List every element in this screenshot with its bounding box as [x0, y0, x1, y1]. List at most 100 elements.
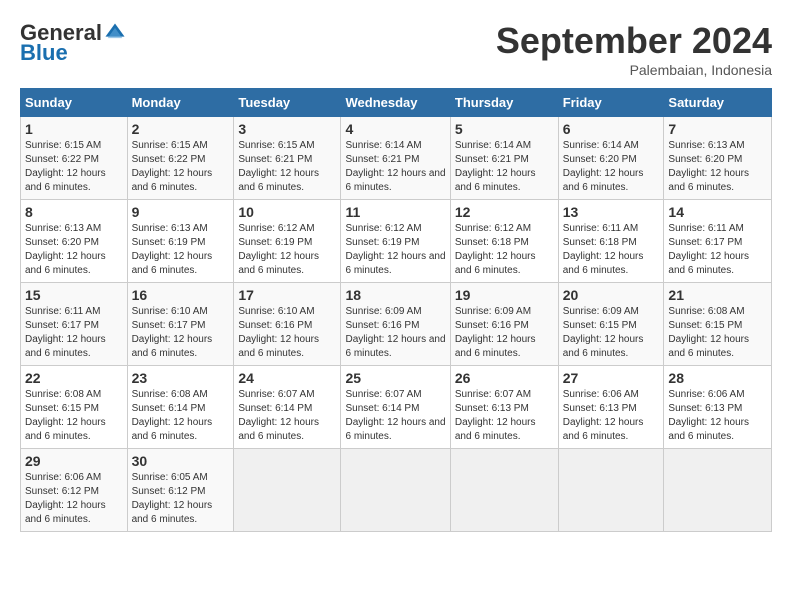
sunset-label: Sunset: 6:21 PM [455, 154, 529, 165]
logo-blue-text: Blue [20, 40, 68, 66]
month-title: September 2024 [496, 20, 772, 62]
day-number: 29 [25, 453, 123, 469]
sunrise-label: Sunrise: 6:09 AM [455, 306, 531, 317]
calendar-week-row: 15 Sunrise: 6:11 AM Sunset: 6:17 PM Dayl… [21, 283, 772, 366]
sunset-label: Sunset: 6:21 PM [238, 154, 312, 165]
sunset-label: Sunset: 6:15 PM [668, 320, 742, 331]
daylight-label: Daylight: 12 hours and 6 minutes. [132, 500, 213, 525]
daylight-label: Daylight: 12 hours and 6 minutes. [132, 334, 213, 359]
daylight-label: Daylight: 12 hours and 6 minutes. [668, 168, 749, 193]
day-info: Sunrise: 6:07 AM Sunset: 6:13 PM Dayligh… [455, 388, 554, 444]
day-number: 24 [238, 370, 336, 386]
table-row: 30 Sunrise: 6:05 AM Sunset: 6:12 PM Dayl… [127, 449, 234, 532]
day-info: Sunrise: 6:12 AM Sunset: 6:18 PM Dayligh… [455, 222, 554, 278]
sunrise-label: Sunrise: 6:14 AM [455, 140, 531, 151]
sunrise-label: Sunrise: 6:11 AM [563, 223, 638, 234]
day-info: Sunrise: 6:13 AM Sunset: 6:20 PM Dayligh… [668, 139, 767, 195]
table-row [234, 449, 341, 532]
table-row: 16 Sunrise: 6:10 AM Sunset: 6:17 PM Dayl… [127, 283, 234, 366]
day-info: Sunrise: 6:10 AM Sunset: 6:17 PM Dayligh… [132, 305, 230, 361]
sunrise-label: Sunrise: 6:07 AM [345, 389, 421, 400]
day-info: Sunrise: 6:10 AM Sunset: 6:16 PM Dayligh… [238, 305, 336, 361]
day-number: 30 [132, 453, 230, 469]
sunrise-label: Sunrise: 6:14 AM [563, 140, 639, 151]
sunrise-label: Sunrise: 6:10 AM [132, 306, 208, 317]
location-subtitle: Palembaian, Indonesia [496, 62, 772, 78]
daylight-label: Daylight: 12 hours and 6 minutes. [132, 251, 213, 276]
day-number: 15 [25, 287, 123, 303]
sunrise-label: Sunrise: 6:15 AM [238, 140, 314, 151]
table-row: 17 Sunrise: 6:10 AM Sunset: 6:16 PM Dayl… [234, 283, 341, 366]
table-row: 8 Sunrise: 6:13 AM Sunset: 6:20 PM Dayli… [21, 200, 128, 283]
daylight-label: Daylight: 12 hours and 6 minutes. [25, 334, 106, 359]
table-row: 2 Sunrise: 6:15 AM Sunset: 6:22 PM Dayli… [127, 117, 234, 200]
daylight-label: Daylight: 12 hours and 6 minutes. [345, 168, 445, 193]
table-row: 6 Sunrise: 6:14 AM Sunset: 6:20 PM Dayli… [558, 117, 664, 200]
daylight-label: Daylight: 12 hours and 6 minutes. [25, 417, 106, 442]
sunrise-label: Sunrise: 6:06 AM [668, 389, 744, 400]
sunset-label: Sunset: 6:13 PM [563, 403, 637, 414]
sunset-label: Sunset: 6:14 PM [238, 403, 312, 414]
day-number: 8 [25, 204, 123, 220]
header-saturday: Saturday [664, 89, 772, 117]
daylight-label: Daylight: 12 hours and 6 minutes. [238, 334, 319, 359]
logo: General Blue [20, 20, 126, 66]
day-info: Sunrise: 6:11 AM Sunset: 6:17 PM Dayligh… [668, 222, 767, 278]
day-number: 5 [455, 121, 554, 137]
table-row: 3 Sunrise: 6:15 AM Sunset: 6:21 PM Dayli… [234, 117, 341, 200]
daylight-label: Daylight: 12 hours and 6 minutes. [238, 251, 319, 276]
table-row [450, 449, 558, 532]
table-row: 9 Sunrise: 6:13 AM Sunset: 6:19 PM Dayli… [127, 200, 234, 283]
sunrise-label: Sunrise: 6:12 AM [455, 223, 531, 234]
day-number: 13 [563, 204, 660, 220]
sunset-label: Sunset: 6:14 PM [345, 403, 419, 414]
day-number: 21 [668, 287, 767, 303]
day-number: 7 [668, 121, 767, 137]
day-info: Sunrise: 6:12 AM Sunset: 6:19 PM Dayligh… [238, 222, 336, 278]
table-row: 10 Sunrise: 6:12 AM Sunset: 6:19 PM Dayl… [234, 200, 341, 283]
day-number: 3 [238, 121, 336, 137]
sunset-label: Sunset: 6:16 PM [455, 320, 529, 331]
day-number: 28 [668, 370, 767, 386]
page-header: General Blue September 2024 Palembaian, … [20, 20, 772, 78]
table-row: 4 Sunrise: 6:14 AM Sunset: 6:21 PM Dayli… [341, 117, 450, 200]
sunset-label: Sunset: 6:15 PM [25, 403, 99, 414]
daylight-label: Daylight: 12 hours and 6 minutes. [563, 417, 644, 442]
sunrise-label: Sunrise: 6:08 AM [25, 389, 101, 400]
sunset-label: Sunset: 6:12 PM [132, 486, 206, 497]
sunset-label: Sunset: 6:22 PM [132, 154, 206, 165]
day-info: Sunrise: 6:09 AM Sunset: 6:16 PM Dayligh… [455, 305, 554, 361]
daylight-label: Daylight: 12 hours and 6 minutes. [25, 251, 106, 276]
day-info: Sunrise: 6:14 AM Sunset: 6:21 PM Dayligh… [345, 139, 445, 195]
day-number: 23 [132, 370, 230, 386]
sunrise-label: Sunrise: 6:11 AM [25, 306, 100, 317]
table-row: 20 Sunrise: 6:09 AM Sunset: 6:15 PM Dayl… [558, 283, 664, 366]
calendar-table: Sunday Monday Tuesday Wednesday Thursday… [20, 88, 772, 532]
daylight-label: Daylight: 12 hours and 6 minutes. [238, 417, 319, 442]
day-number: 22 [25, 370, 123, 386]
sunrise-label: Sunrise: 6:13 AM [668, 140, 744, 151]
sunrise-label: Sunrise: 6:07 AM [455, 389, 531, 400]
table-row: 12 Sunrise: 6:12 AM Sunset: 6:18 PM Dayl… [450, 200, 558, 283]
sunrise-label: Sunrise: 6:13 AM [132, 223, 208, 234]
sunset-label: Sunset: 6:20 PM [563, 154, 637, 165]
day-info: Sunrise: 6:08 AM Sunset: 6:14 PM Dayligh… [132, 388, 230, 444]
calendar-week-row: 8 Sunrise: 6:13 AM Sunset: 6:20 PM Dayli… [21, 200, 772, 283]
day-info: Sunrise: 6:06 AM Sunset: 6:12 PM Dayligh… [25, 471, 123, 527]
day-info: Sunrise: 6:15 AM Sunset: 6:22 PM Dayligh… [25, 139, 123, 195]
sunset-label: Sunset: 6:21 PM [345, 154, 419, 165]
daylight-label: Daylight: 12 hours and 6 minutes. [563, 334, 644, 359]
sunset-label: Sunset: 6:12 PM [25, 486, 99, 497]
table-row: 26 Sunrise: 6:07 AM Sunset: 6:13 PM Dayl… [450, 366, 558, 449]
sunrise-label: Sunrise: 6:06 AM [25, 472, 101, 483]
day-info: Sunrise: 6:09 AM Sunset: 6:15 PM Dayligh… [563, 305, 660, 361]
day-number: 19 [455, 287, 554, 303]
table-row: 5 Sunrise: 6:14 AM Sunset: 6:21 PM Dayli… [450, 117, 558, 200]
sunrise-label: Sunrise: 6:10 AM [238, 306, 314, 317]
daylight-label: Daylight: 12 hours and 6 minutes. [668, 417, 749, 442]
sunrise-label: Sunrise: 6:05 AM [132, 472, 208, 483]
day-info: Sunrise: 6:15 AM Sunset: 6:22 PM Dayligh… [132, 139, 230, 195]
day-number: 26 [455, 370, 554, 386]
sunrise-label: Sunrise: 6:13 AM [25, 223, 101, 234]
day-info: Sunrise: 6:09 AM Sunset: 6:16 PM Dayligh… [345, 305, 445, 361]
